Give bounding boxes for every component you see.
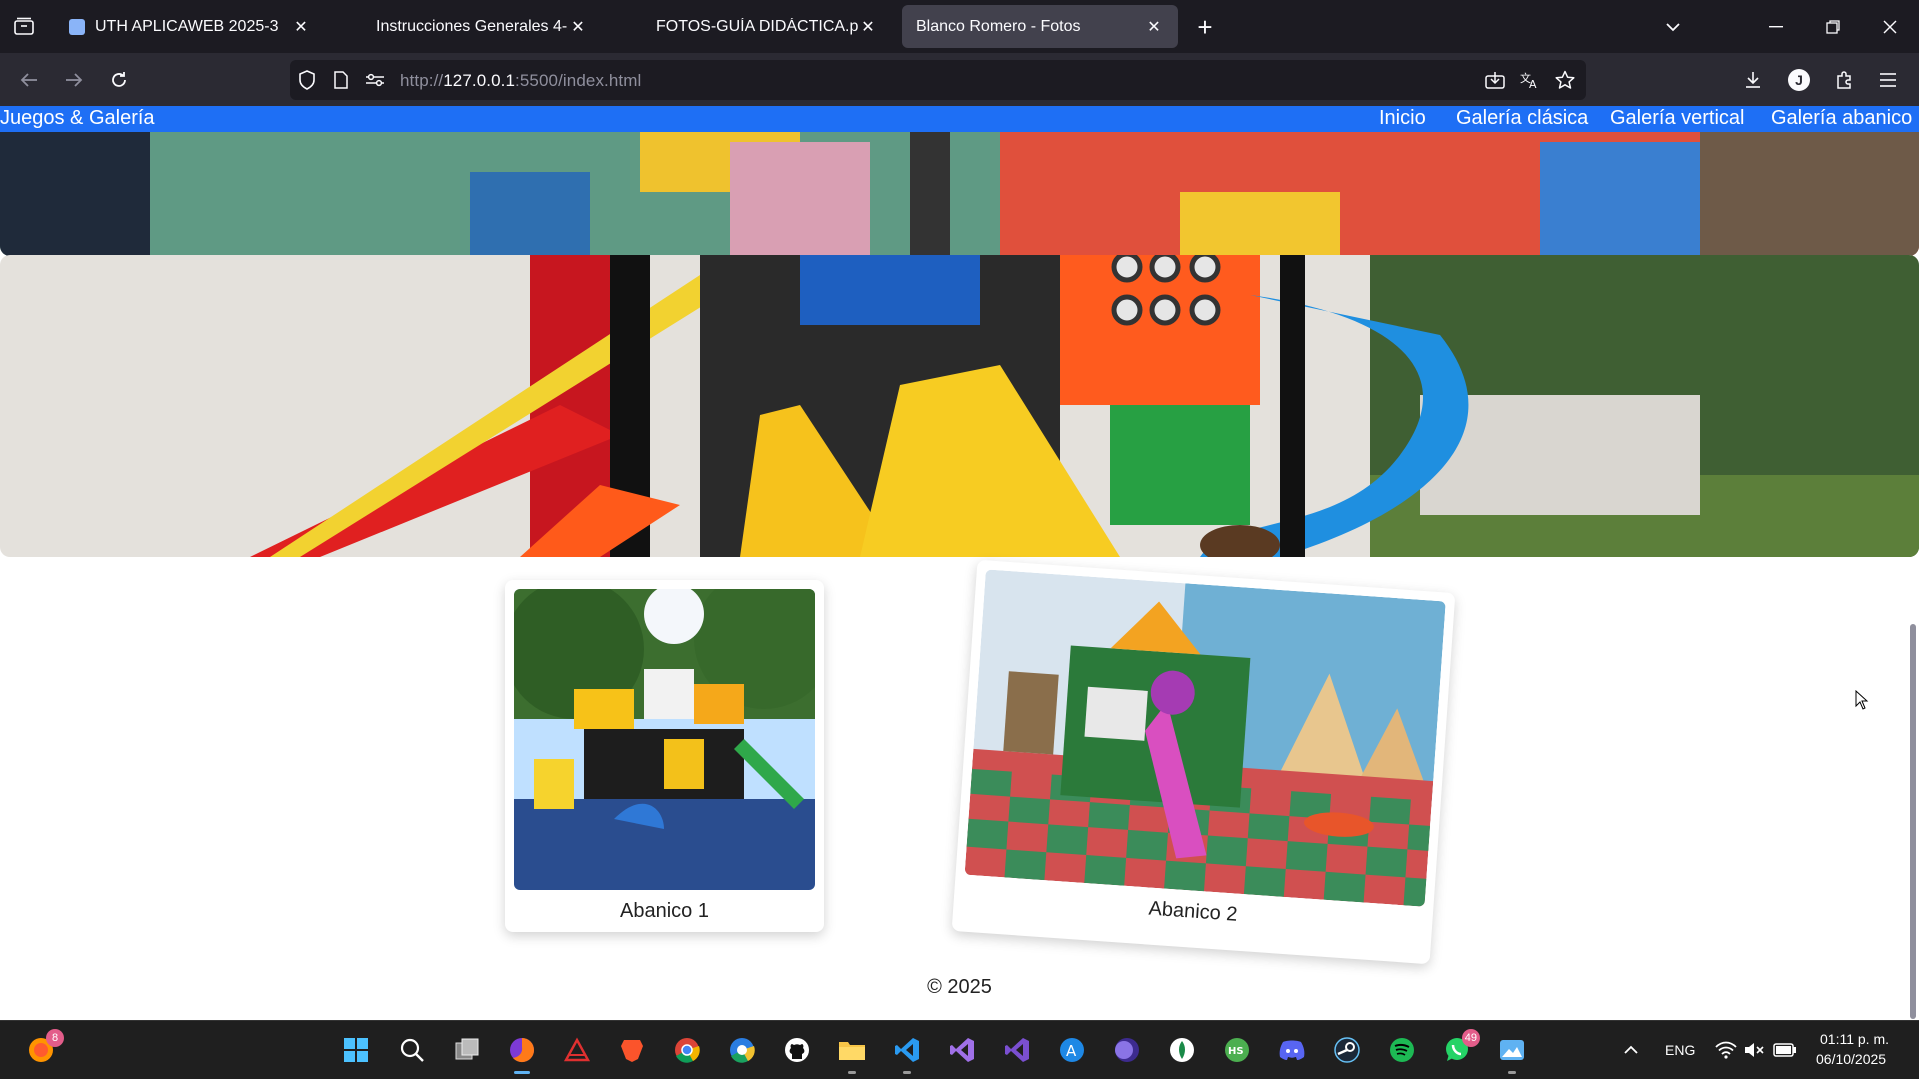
nav-link-galeria-abanico[interactable]: Galería abanico (1771, 107, 1912, 130)
restore-icon[interactable] (1813, 10, 1853, 44)
url-path: :5500/index.html (515, 71, 642, 90)
close-tab-icon[interactable]: ✕ (858, 17, 878, 37)
visual-studio-preview-icon[interactable] (1000, 1033, 1034, 1067)
svg-text:A: A (1066, 1042, 1077, 1060)
tab-uth-aplicaweb[interactable]: UTH APLICAWEB 2025-3 ✕ (55, 5, 325, 48)
chrome-icon[interactable] (670, 1033, 704, 1067)
nav-link-galeria-vertical[interactable]: Galería vertical (1610, 107, 1745, 130)
hero-photo-top (0, 132, 1919, 256)
bookmark-star-icon[interactable] (1554, 69, 1576, 91)
fan-photo-2 (964, 569, 1446, 907)
start-windows-icon[interactable] (339, 1033, 373, 1067)
hero-photo-playground (0, 255, 1919, 557)
svg-text:A: A (1529, 78, 1537, 89)
visual-studio-icon[interactable] (945, 1033, 979, 1067)
forward-icon[interactable] (59, 65, 89, 95)
fan-photo-1 (514, 589, 815, 890)
close-tab-icon[interactable]: ✕ (1144, 17, 1164, 37)
clock-time[interactable]: 01:11 p. m. (1820, 1031, 1889, 1047)
tab-title: UTH APLICAWEB 2025-3 (95, 17, 279, 35)
tab-title: Instrucciones Generales 4-5 u2. (376, 17, 568, 35)
browser-tab-bar: UTH APLICAWEB 2025-3 ✕ Instrucciones Gen… (0, 0, 1919, 53)
browser-nav-bar: http://127.0.0.1:5500/index.html 文A J (0, 53, 1919, 106)
downloads-icon[interactable] (1738, 65, 1768, 95)
nav-link-galeria-clasica[interactable]: Galería clásica (1456, 107, 1588, 130)
save-to-pocket-icon[interactable] (1484, 69, 1506, 91)
minimize-icon[interactable] (1756, 10, 1796, 44)
running-indicator (514, 1071, 530, 1074)
clock-date[interactable]: 06/10/2025 (1816, 1051, 1886, 1067)
vscode-icon[interactable] (890, 1033, 924, 1074)
running-indicator (1508, 1071, 1516, 1074)
document-icon (69, 18, 85, 35)
chrome-canary-icon[interactable] (725, 1033, 759, 1067)
close-window-icon[interactable] (1870, 10, 1910, 44)
new-tab-icon[interactable]: + (1190, 12, 1220, 42)
page-icon[interactable] (330, 69, 352, 91)
whatsapp-icon[interactable]: 49 (1440, 1029, 1480, 1067)
steam-icon[interactable] (1330, 1033, 1364, 1067)
shield-icon[interactable] (296, 69, 318, 91)
pdf-reader-icon[interactable] (560, 1033, 594, 1067)
list-all-tabs-icon[interactable] (1653, 10, 1693, 44)
photos-app-icon[interactable] (1495, 1033, 1529, 1074)
fan-card-2[interactable]: Abanico 2 (951, 559, 1456, 965)
url-text[interactable]: http://127.0.0.1:5500/index.html (400, 71, 641, 91)
site-brand[interactable]: Juegos & Galería (0, 107, 155, 130)
account-avatar[interactable]: J (1784, 65, 1814, 95)
address-bar[interactable]: http://127.0.0.1:5500/index.html 文A (290, 60, 1586, 100)
url-host: 127.0.0.1 (443, 71, 516, 90)
firefox-icon[interactable] (505, 1033, 539, 1074)
close-tab-icon[interactable]: ✕ (291, 17, 311, 37)
tab-title: FOTOS-GUÍA DIDÁCTICA.pdf (656, 17, 858, 35)
tab-instrucciones[interactable]: Instrucciones Generales 4-5 u2. ✕ (362, 5, 602, 48)
menu-icon[interactable] (1873, 65, 1903, 95)
extensions-icon[interactable] (1830, 65, 1860, 95)
discord-icon[interactable] (1275, 1033, 1309, 1067)
page-viewport: Juegos & Galería Inicio Galería clásica … (0, 106, 1919, 1020)
tab-blanco-romero[interactable]: Blanco Romero - Fotos ✕ (902, 5, 1178, 48)
battery-icon[interactable] (1768, 1033, 1802, 1067)
tab-title: Blanco Romero - Fotos (916, 17, 1081, 35)
input-language[interactable]: ENG (1665, 1042, 1695, 1058)
reload-icon[interactable] (104, 65, 134, 95)
page-scrollbar[interactable] (1910, 624, 1916, 1019)
eclipse-icon[interactable] (1110, 1033, 1144, 1067)
tab-fotos-guia[interactable]: FOTOS-GUÍA DIDÁCTICA.pdf ✕ (642, 5, 892, 48)
file-explorer-icon[interactable] (835, 1033, 869, 1074)
volume-muted-icon[interactable] (1738, 1033, 1772, 1067)
close-tab-icon[interactable]: ✕ (568, 17, 588, 37)
url-scheme: http:// (400, 71, 444, 90)
svg-text:HS: HS (1228, 1046, 1244, 1057)
task-view-icon[interactable] (450, 1033, 484, 1067)
mouse-pointer-icon (1855, 690, 1869, 710)
fan-card-1[interactable]: Abanico 1 (505, 580, 824, 932)
notification-badge: 49 (1461, 1029, 1480, 1047)
windows-taskbar: 8 A HS 49 ENG 01:11 p. m. 06/10/2025 (0, 1020, 1919, 1079)
notification-badge: 8 (46, 1029, 64, 1047)
brave-icon[interactable] (615, 1033, 649, 1067)
site-permissions-icon[interactable] (364, 69, 386, 91)
fan-caption-1: Abanico 1 (620, 900, 709, 922)
tab-overview-icon[interactable] (10, 12, 38, 40)
running-indicator (848, 1071, 856, 1074)
back-icon[interactable] (14, 65, 44, 95)
avatar-initial: J (1788, 69, 1810, 91)
github-icon[interactable] (780, 1033, 814, 1067)
heidisql-icon[interactable]: HS (1220, 1033, 1254, 1067)
show-hidden-icons-chevron-icon[interactable] (1614, 1033, 1648, 1067)
nav-link-inicio[interactable]: Inicio (1379, 107, 1426, 130)
site-footer: © 2025 (927, 976, 992, 998)
azure-data-studio-icon[interactable]: A (1055, 1033, 1089, 1067)
running-indicator (903, 1071, 911, 1074)
translate-icon[interactable]: 文A (1519, 69, 1541, 91)
mongodb-icon[interactable] (1165, 1033, 1199, 1067)
firefox-profile-icon[interactable]: 8 (24, 1029, 64, 1067)
search-icon[interactable] (395, 1033, 429, 1067)
spotify-icon[interactable] (1385, 1033, 1419, 1067)
site-header: Juegos & Galería Inicio Galería clásica … (0, 106, 1919, 132)
